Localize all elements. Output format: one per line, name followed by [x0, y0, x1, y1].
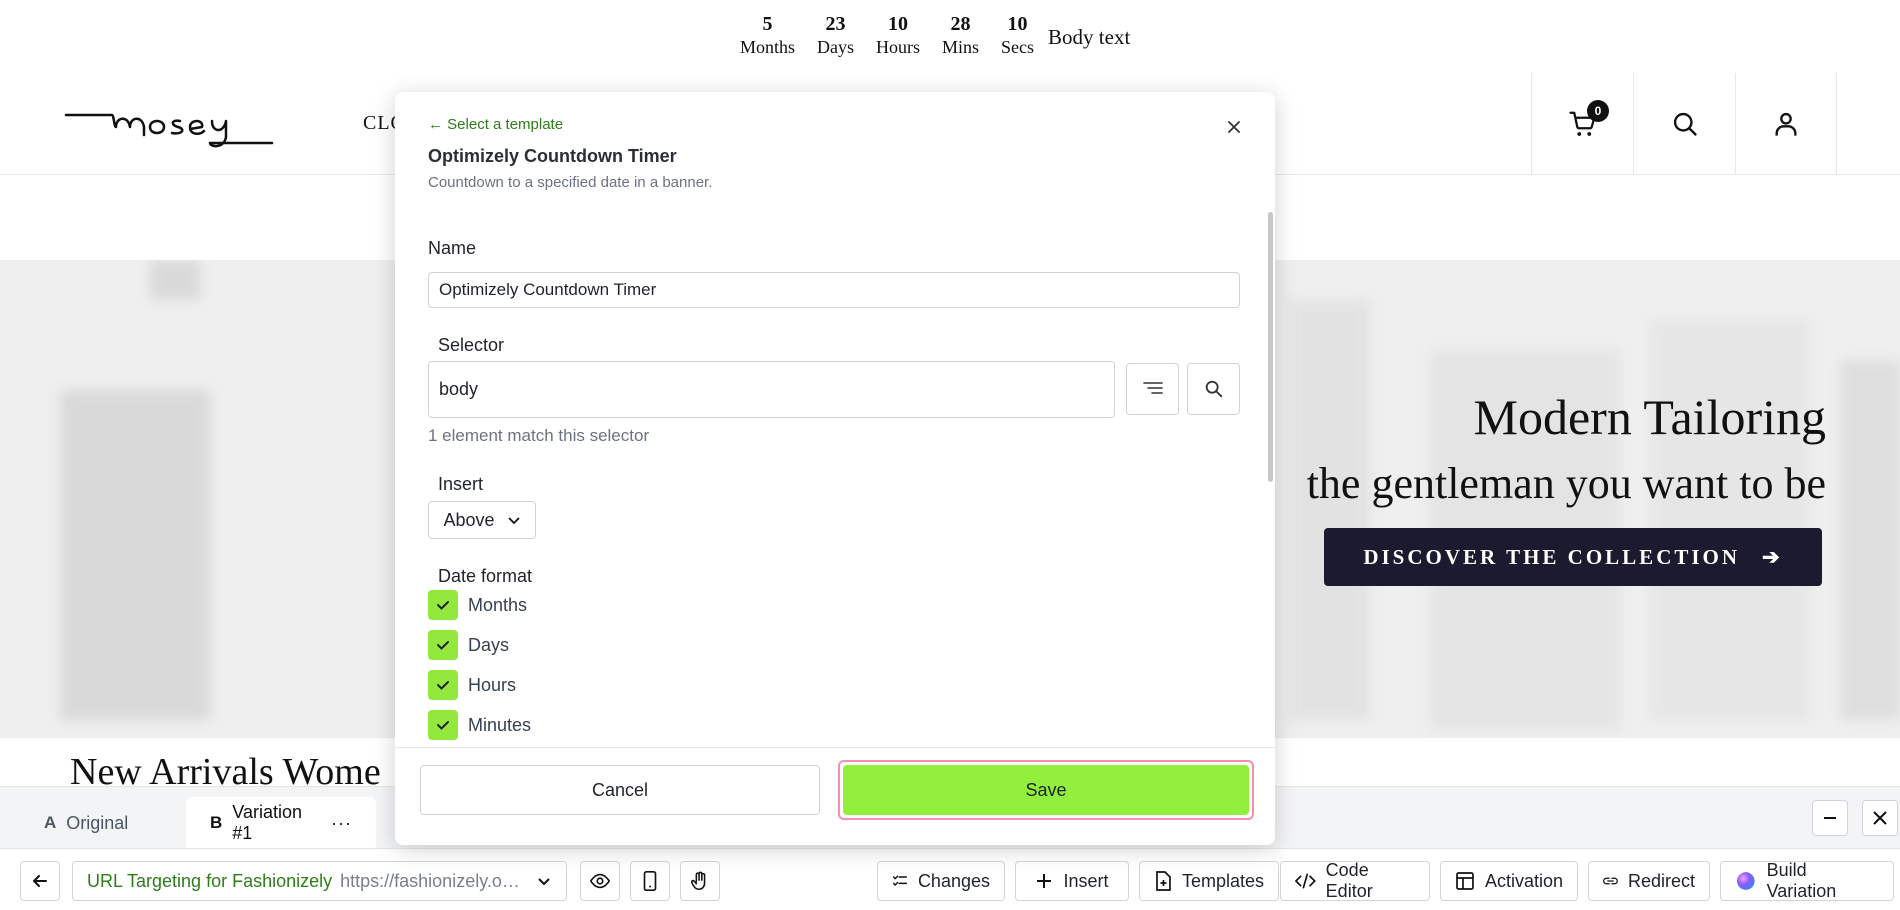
modal-scrollbar[interactable] — [1268, 212, 1273, 482]
arrow-right-icon: ➔ — [1762, 544, 1783, 569]
search-icon — [1205, 380, 1222, 398]
changes-button[interactable]: Changes — [877, 861, 1005, 901]
cart-count-badge: 0 — [1587, 100, 1609, 122]
filter-lines-icon — [1142, 382, 1163, 394]
date-format-option[interactable]: Days — [428, 630, 509, 660]
layout-icon — [1456, 872, 1474, 890]
user-icon — [1775, 112, 1797, 136]
hero-image-shape — [1840, 360, 1900, 720]
hero-image-shape — [150, 260, 200, 300]
modal-description: Countdown to a specified date in a banne… — [428, 174, 713, 191]
countdown-banner: 5 Months 23 Days 10 Hours 28 Mins 10 Sec… — [740, 12, 1130, 58]
countdown-unit: 10 Hours — [876, 13, 921, 57]
tab-original[interactable]: A Original — [20, 797, 152, 849]
checkmark-icon — [437, 601, 449, 610]
cta-label: DISCOVER THE COLLECTION — [1363, 544, 1741, 569]
save-button[interactable]: Save — [843, 765, 1249, 815]
code-icon — [1295, 873, 1316, 889]
account-button[interactable] — [1735, 73, 1837, 175]
hero-title: Modern Tailoring — [1473, 389, 1826, 445]
editor-toolbar: URL Targeting for Fashionizely https://f… — [0, 848, 1900, 910]
link-icon — [1603, 877, 1618, 885]
search-button[interactable] — [1633, 73, 1735, 175]
mosey-logo[interactable]: mosey — [64, 103, 274, 153]
hero-image-shape — [60, 390, 210, 720]
redirect-button[interactable]: Redirect — [1588, 861, 1710, 901]
modal-title: Optimizely Countdown Timer — [428, 146, 677, 166]
modal-footer: Cancel Save — [395, 747, 1275, 845]
date-format-option[interactable]: Months — [428, 590, 527, 620]
selector-match-text: 1 element match this selector — [428, 426, 650, 445]
mobile-icon — [643, 871, 657, 891]
file-plus-icon — [1156, 871, 1171, 891]
tab-variation-1[interactable]: B Variation #1 ··· — [186, 797, 376, 849]
name-input[interactable]: Optimizely Countdown Timer — [428, 272, 1240, 308]
preview-button[interactable] — [580, 861, 620, 901]
date-format-label: Date format — [438, 566, 533, 586]
checkbox-checked[interactable] — [428, 670, 458, 700]
minimize-button[interactable] — [1812, 800, 1848, 836]
close-editor-button[interactable] — [1862, 800, 1898, 836]
code-editor-button[interactable]: Code Editor — [1280, 860, 1430, 901]
close-icon — [1873, 811, 1887, 825]
insert-label: Insert — [438, 474, 484, 494]
countdown-unit: 28 Mins — [942, 13, 980, 57]
insert-position-select[interactable]: Above — [428, 501, 536, 539]
selector-options-button[interactable] — [1126, 363, 1179, 415]
countdown-unit: 10 Secs — [1001, 13, 1035, 57]
countdown-unit: 23 Days — [817, 13, 855, 57]
selector-pick-button[interactable] — [1187, 363, 1240, 415]
templates-button[interactable]: Templates — [1139, 861, 1279, 901]
close-icon — [1228, 121, 1240, 133]
checkmark-icon — [437, 681, 449, 690]
cancel-button[interactable]: Cancel — [420, 765, 820, 815]
interact-mode-button[interactable] — [680, 861, 720, 901]
activation-button[interactable]: Activation — [1440, 861, 1578, 901]
minus-icon — [1824, 817, 1836, 819]
hand-icon — [690, 871, 706, 891]
checkmark-icon — [437, 721, 449, 730]
modal-close-button[interactable] — [1223, 116, 1245, 138]
eye-icon — [589, 873, 611, 889]
insert-button[interactable]: Insert — [1015, 861, 1129, 901]
back-button[interactable] — [20, 861, 60, 901]
chevron-down-icon — [507, 517, 520, 525]
checkmark-icon — [437, 641, 449, 650]
checkbox-checked[interactable] — [428, 710, 458, 740]
name-label: Name — [428, 238, 477, 258]
search-icon — [1673, 112, 1697, 136]
plus-icon — [1037, 874, 1052, 888]
date-format-option[interactable]: Hours — [428, 670, 516, 700]
arrow-left-icon — [33, 875, 47, 887]
ai-orb-icon — [1736, 872, 1755, 890]
selector-label: Selector — [438, 335, 505, 355]
checkbox-checked[interactable] — [428, 590, 458, 620]
countdown-body-text: Body text — [1048, 25, 1131, 49]
hero-image-shape — [1290, 300, 1370, 720]
countdown-unit: 5 Months — [740, 13, 796, 57]
more-options-icon[interactable]: ··· — [331, 813, 352, 834]
build-variation-button[interactable]: Build Variation — [1720, 860, 1894, 901]
hero-image-shape — [1650, 320, 1810, 720]
chevron-down-icon — [538, 878, 550, 886]
cart-button[interactable]: 0 — [1531, 73, 1633, 175]
selector-input[interactable]: body — [428, 361, 1115, 418]
url-targeting-select[interactable]: URL Targeting for Fashionizely https://f… — [72, 861, 567, 901]
checkbox-checked[interactable] — [428, 630, 458, 660]
template-config-modal: ← Select a template Optimizely Countdown… — [395, 92, 1275, 845]
device-button[interactable] — [630, 861, 670, 901]
discover-collection-button[interactable]: DISCOVER THE COLLECTION ➔ — [1324, 528, 1822, 586]
checklist-icon — [892, 875, 908, 886]
select-template-link[interactable]: ← Select a template — [428, 116, 563, 133]
hero-subtitle: the gentleman you want to be — [1306, 459, 1826, 508]
date-format-option[interactable]: Minutes — [428, 710, 531, 740]
